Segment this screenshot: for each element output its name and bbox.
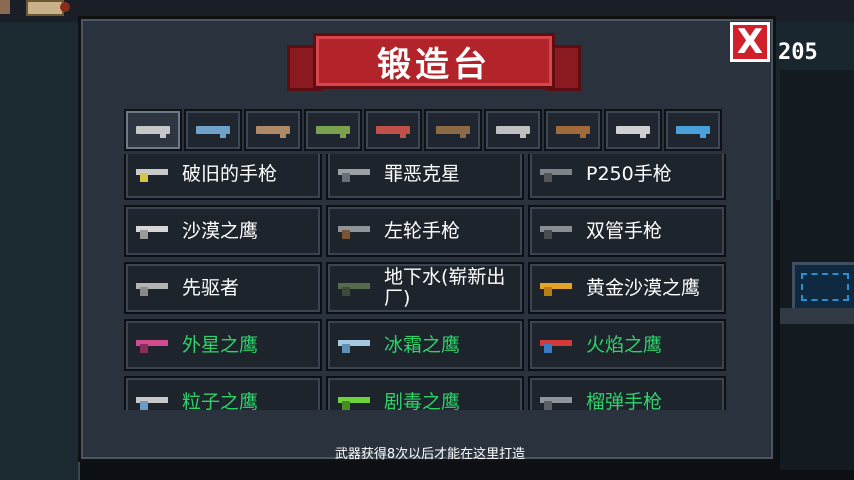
- weapon-icon: [336, 281, 374, 296]
- forge-hint-text: 武器获得8次以后才能在这里打造: [334, 447, 526, 462]
- weapon-name: P250手枪: [586, 162, 672, 185]
- tab-fish[interactable]: [664, 109, 722, 151]
- tab-launcher[interactable]: [304, 109, 362, 151]
- weapon-icon: [134, 167, 172, 182]
- weapon-item[interactable]: P250手枪: [528, 154, 726, 200]
- weapon-name: 榴弹手枪: [586, 390, 663, 410]
- weapon-item[interactable]: 火焰之鹰: [528, 319, 726, 371]
- weapon-item[interactable]: 剧毒之鹰: [326, 376, 524, 410]
- weapon-name: 先驱者: [182, 276, 240, 299]
- background-gem: [60, 2, 70, 12]
- close-button[interactable]: X: [730, 22, 770, 62]
- weapon-item[interactable]: 破旧的手枪: [124, 154, 322, 200]
- rocket-icon: [376, 126, 410, 138]
- weapon-item[interactable]: 左轮手枪: [326, 205, 524, 257]
- weapon-name: 左轮手枪: [384, 219, 461, 242]
- weapon-icon: [134, 224, 172, 239]
- close-icon: X: [736, 22, 764, 62]
- weapon-icon: [336, 224, 374, 239]
- weapon-icon: [134, 338, 172, 353]
- weapon-name: 粒子之鹰: [182, 390, 259, 410]
- weapon-item[interactable]: 沙漠之鹰: [124, 205, 322, 257]
- weapon-name: 双管手枪: [586, 219, 663, 242]
- weapon-icon: [538, 281, 576, 296]
- weapon-icon: [538, 224, 576, 239]
- weapon-item[interactable]: 黄金沙漠之鹰: [528, 262, 726, 314]
- weapon-category-tabs: [124, 109, 722, 151]
- background-monitor: [792, 262, 854, 314]
- background-desk: [780, 308, 854, 324]
- pistol-icon: [136, 126, 170, 138]
- weapon-name: 黄金沙漠之鹰: [586, 276, 701, 299]
- launcher-icon: [316, 126, 350, 138]
- panel-title: 锻造台: [377, 44, 491, 85]
- background-pillar: [0, 22, 80, 480]
- weapon-name: 外星之鹰: [182, 333, 259, 356]
- tab-pistol[interactable]: [124, 109, 182, 151]
- weapon-item[interactable]: 粒子之鹰: [124, 376, 322, 410]
- weapon-item[interactable]: 罪恶克星: [326, 154, 524, 200]
- background-crate: [26, 0, 64, 16]
- staff-icon: [556, 126, 590, 138]
- weapon-icon: [134, 281, 172, 296]
- shotgun-icon: [256, 126, 290, 138]
- weapon-name: 破旧的手枪: [182, 162, 278, 185]
- weapon-name: 冰霜之鹰: [384, 333, 461, 356]
- bow-icon: [436, 126, 470, 138]
- weapon-icon: [336, 167, 374, 182]
- weapon-icon: [336, 338, 374, 353]
- tab-rocket[interactable]: [364, 109, 422, 151]
- tab-sword[interactable]: [484, 109, 542, 151]
- title-banner: 锻造台: [313, 33, 555, 89]
- tab-shotgun[interactable]: [244, 109, 302, 151]
- weapon-name: 火焰之鹰: [586, 333, 663, 356]
- weapon-name: 剧毒之鹰: [384, 390, 461, 410]
- fish-icon: [676, 126, 710, 138]
- weapon-name: 罪恶克星: [384, 162, 461, 185]
- weapon-item[interactable]: 外星之鹰: [124, 319, 322, 371]
- tab-staff[interactable]: [544, 109, 602, 151]
- tab-crosshair[interactable]: [604, 109, 662, 151]
- sword-icon: [496, 126, 530, 138]
- background-item: [0, 0, 10, 14]
- weapon-name: 沙漠之鹰: [182, 219, 259, 242]
- weapon-icon: [538, 338, 576, 353]
- tab-bow[interactable]: [424, 109, 482, 151]
- weapon-name: 地下水(崭新出厂): [384, 266, 506, 309]
- weapon-item[interactable]: 榴弹手枪: [528, 376, 726, 410]
- crosshair-icon: [616, 126, 650, 138]
- weapon-grid: 破旧的手枪 罪恶克星 P250手枪沙漠之鹰 左轮手枪 双管手枪先驱者 地下水(崭新出厂) 黄…: [124, 154, 726, 410]
- tab-rifle[interactable]: [184, 109, 242, 151]
- rifle-icon: [196, 126, 230, 138]
- weapon-item[interactable]: 双管手枪: [528, 205, 726, 257]
- weapon-icon: [134, 395, 172, 410]
- weapon-item[interactable]: 冰霜之鹰: [326, 319, 524, 371]
- weapon-list[interactable]: 破旧的手枪 罪恶克星 P250手枪沙漠之鹰 左轮手枪 双管手枪先驱者 地下水(崭新出厂) 黄…: [124, 154, 730, 410]
- weapon-icon: [538, 395, 576, 410]
- weapon-icon: [538, 167, 576, 182]
- weapon-item[interactable]: 地下水(崭新出厂): [326, 262, 524, 314]
- weapon-icon: [336, 395, 374, 410]
- coin-count: 205: [778, 40, 818, 65]
- weapon-item[interactable]: 先驱者: [124, 262, 322, 314]
